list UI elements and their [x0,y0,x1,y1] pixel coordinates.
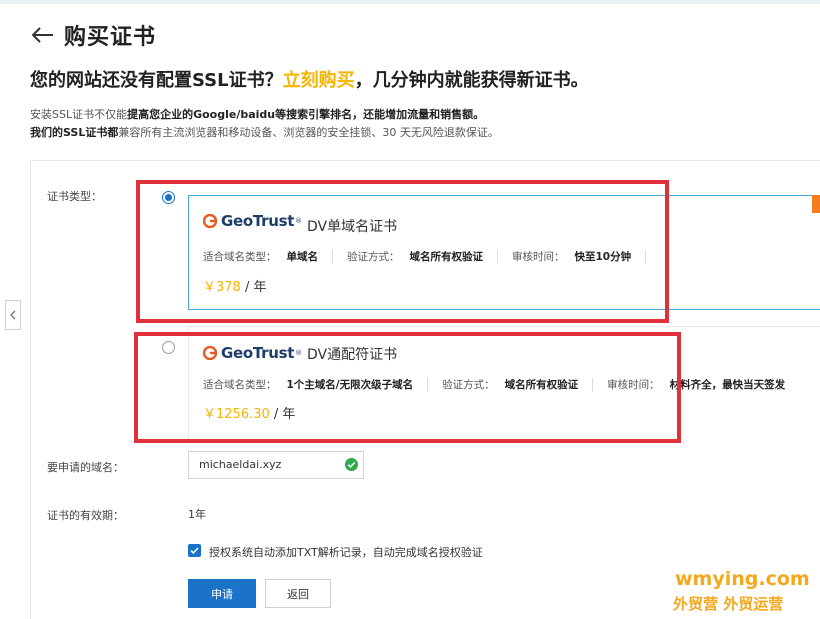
description-line-2: 我们的SSL证书都兼容所有主流浏览器和移动设备、浏览器的安全挂锁、30 天无风险… [30,124,499,140]
auth-checkbox-label[interactable]: 授权系统自动添加TXT解析记录，自动完成域名授权验证 [209,544,483,560]
page-title: 购买证书 [64,25,157,50]
validity-label: 证书的有效期： [47,509,124,522]
headline-text-end: ，几分钟内就能获得新证书。 [354,70,589,91]
back-arrow-icon[interactable] [30,22,56,48]
description-line-1: 安装SSL证书不仅能提高您企业的Google/baidu等搜索引擎排名，还能增加… [30,106,484,122]
description-bold: 提高您企业的Google/baidu等搜索引擎排名，还能增加流量和销售额。 [127,108,485,121]
domain-input[interactable]: michaeldai.xyz [188,451,364,479]
domain-label: 要申请的域名： [47,461,124,474]
collapse-handle[interactable] [5,300,21,330]
description-text: 兼容所有主流浏览器和移动设备、浏览器的安全挂锁、30 天无风险退款保证。 [118,126,499,139]
watermark-slogan: 外贸营 外贸运营 [673,595,784,613]
highlight-box-option-1 [136,180,669,323]
headline: 您的网站还没有配置SSL证书？立刻购买，几分钟内就能获得新证书。 [30,66,589,92]
top-bar [0,0,820,4]
chevron-left-icon [10,310,16,320]
validity-value: 1年 [188,508,206,521]
auth-checkbox[interactable] [188,544,201,557]
watermark-domain: wmying.com [675,568,810,590]
apply-button[interactable]: 申请 [188,579,256,608]
headline-text: 您的网站还没有配置SSL证书？ [30,70,283,91]
buy-now-link[interactable]: 立刻购买 [283,70,355,91]
checkmark-icon [190,547,199,555]
highlight-box-option-2 [134,332,681,443]
side-tab[interactable] [812,195,820,213]
check-circle-icon [345,458,358,471]
page-header: 购买证书 [30,20,156,50]
description-text: 安装SSL证书不仅能 [30,108,128,121]
back-button[interactable]: 返回 [265,579,331,608]
cert-type-label: 证书类型： [47,190,102,203]
review-value: 材料齐全，最快当天签发 [669,379,786,391]
description-bold: 我们的SSL证书都 [30,126,119,139]
